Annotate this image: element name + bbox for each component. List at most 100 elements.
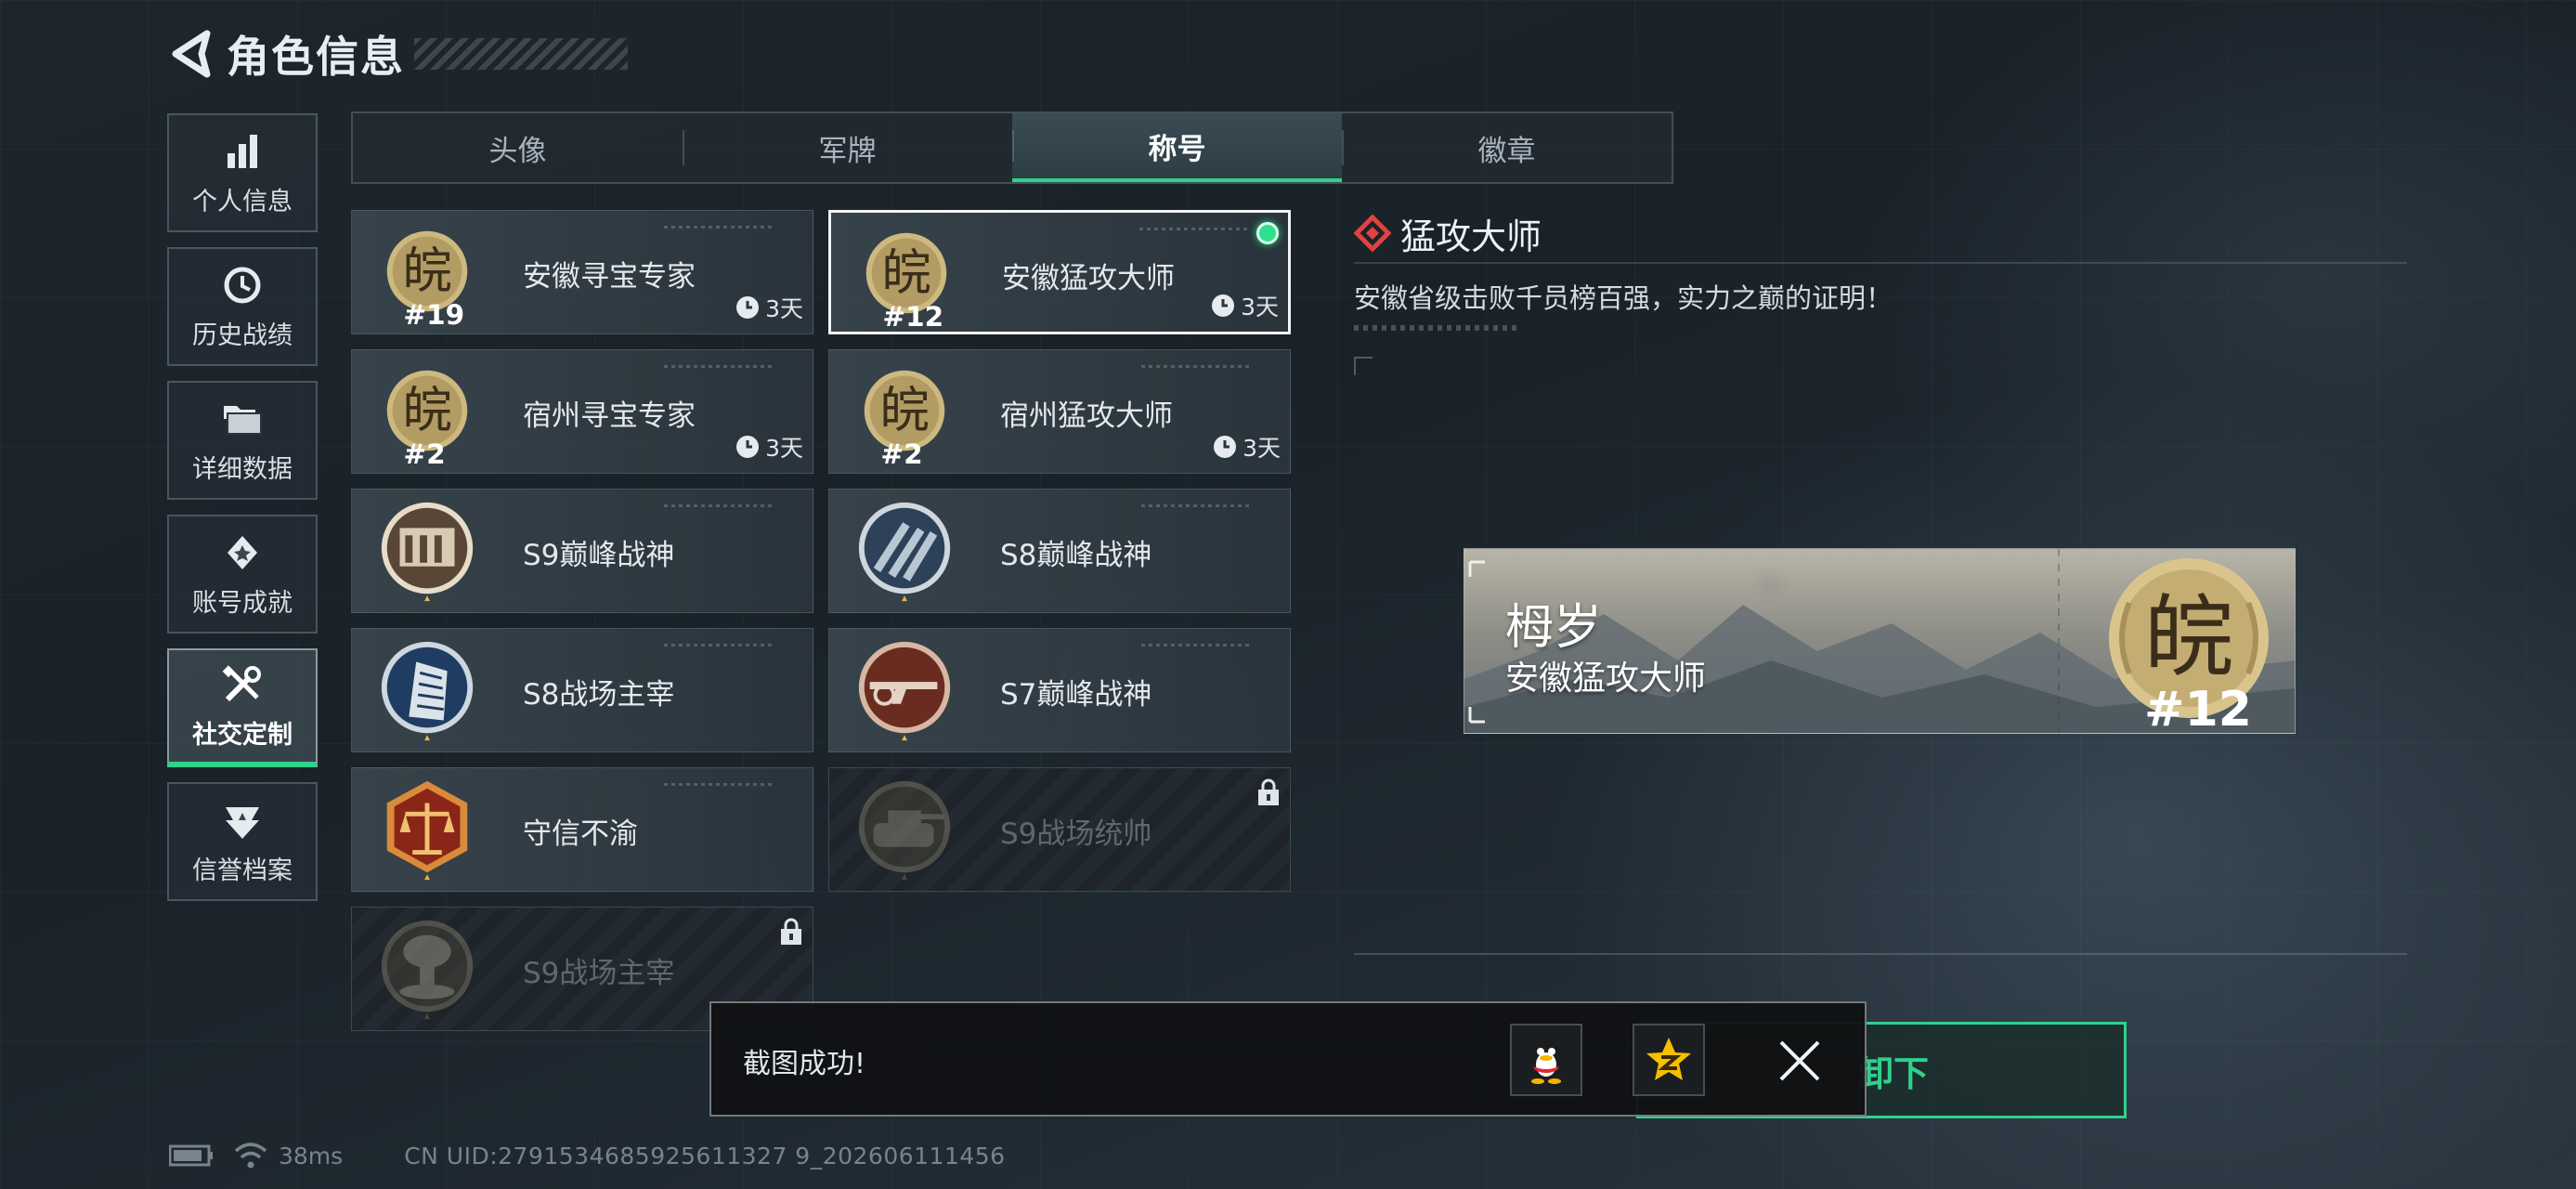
tower-emblem — [381, 641, 474, 741]
detail-description: 安徽省级击败千员榜百强，实力之巅的证明！ — [1354, 282, 1893, 314]
title-name: S8战场主宰 — [523, 677, 675, 712]
wan-gold-emblem: 皖 #2 — [386, 370, 468, 467]
side-nav-label: 个人信息 — [192, 187, 293, 216]
title-name: S9战场统帅 — [1000, 817, 1152, 851]
page-header: 角色信息 — [167, 24, 628, 84]
side-nav-label: 历史战绩 — [192, 320, 293, 350]
history-clock-icon — [220, 263, 265, 307]
share-qzone-button[interactable] — [1633, 1024, 1705, 1096]
title-name: S9战场主宰 — [523, 956, 675, 990]
qzone-star-icon — [1646, 1038, 1691, 1080]
title-preview-banner: 栂岁 安徽猛攻大师 皖 #12 — [1464, 548, 2296, 734]
scales-emblem — [386, 780, 468, 881]
side-nav-label: 社交定制 — [192, 720, 293, 750]
title-card[interactable]: S9巅峰战神 — [351, 489, 813, 613]
title-name: S8巅峰战神 — [1000, 538, 1152, 572]
wan-gold-emblem: 皖 #19 — [386, 230, 468, 328]
wan-gold-emblem: 皖 #12 — [865, 232, 947, 330]
folder-icon — [220, 397, 265, 441]
side-nav-label: 账号成就 — [192, 588, 293, 618]
title-timer: 3天 — [1213, 430, 1281, 464]
explosion-emblem — [381, 920, 474, 1020]
title-card[interactable]: 皖 #2 宿州猛攻大师 3天 — [828, 349, 1291, 474]
side-nav-item-profile[interactable]: 个人信息 — [167, 113, 318, 232]
title-card[interactable]: 皖 #19 安徽寻宝专家 3天 — [351, 210, 813, 334]
tab-badge[interactable]: 徽章 — [1342, 113, 1672, 182]
ping-readout: 38ms — [279, 1142, 344, 1169]
title-card[interactable]: S7巅峰战神 — [828, 628, 1291, 752]
tab-title[interactable]: 称号 — [1012, 113, 1342, 182]
divider — [1354, 953, 2407, 955]
rifle-emblem — [858, 641, 951, 741]
bar-chart-icon — [220, 129, 265, 174]
shield-icon — [220, 798, 265, 843]
title-card-selected[interactable]: 皖 #12 安徽猛攻大师 3天 — [828, 210, 1291, 334]
svg-text:皖: 皖 — [2144, 585, 2233, 689]
title-card[interactable]: S8战场主宰 — [351, 628, 813, 752]
title-name: 宿州寻宝专家 — [523, 399, 696, 433]
stripes-emblem — [858, 502, 951, 602]
title-card[interactable]: 守信不渝 — [351, 767, 813, 892]
svg-text:#12: #12 — [2144, 682, 2252, 733]
frame-corner — [1354, 357, 1373, 375]
clock-icon — [1212, 294, 1235, 317]
side-nav-item-social[interactable]: 社交定制 — [167, 648, 318, 767]
tab-dogtag[interactable]: 军牌 — [683, 113, 1012, 182]
wifi-icon — [234, 1143, 267, 1169]
tank-emblem — [858, 780, 951, 881]
preview-title: 安徽猛攻大师 — [1505, 660, 1707, 698]
title-decoration — [414, 38, 628, 70]
tab-avatar[interactable]: 头像 — [353, 113, 683, 182]
title-timer: 3天 — [735, 291, 803, 324]
share-qq-button[interactable] — [1510, 1024, 1582, 1096]
equipped-indicator-icon — [1256, 222, 1279, 244]
title-detail-panel: 猛攻大师 安徽省级击败千员榜百强，实力之巅的证明！ — [1354, 208, 2407, 331]
description-decoration — [1354, 325, 1521, 331]
divider — [1354, 262, 2407, 264]
title-timer: 3天 — [735, 430, 803, 464]
player-uid: CN UID:2791534685925611327 9_20260611145… — [404, 1142, 1006, 1169]
screenshot-toast: 截图成功! — [709, 1001, 1867, 1117]
wan-gold-emblem: 皖 #2 — [864, 370, 945, 467]
title-name: S7巅峰战神 — [1000, 677, 1152, 712]
title-name: 宿州猛攻大师 — [1000, 399, 1173, 433]
svg-text:#19: #19 — [403, 299, 464, 328]
svg-text:皖: 皖 — [881, 244, 930, 302]
lock-icon — [781, 918, 801, 945]
title-card[interactable]: S8巅峰战神 — [828, 489, 1291, 613]
svg-text:#2: #2 — [880, 438, 922, 467]
title-name: 安徽寻宝专家 — [523, 259, 696, 294]
side-nav-label: 信誉档案 — [192, 856, 293, 885]
side-nav-label: 详细数据 — [192, 454, 293, 484]
side-nav-item-achievements[interactable]: 账号成就 — [167, 515, 318, 634]
close-icon[interactable] — [1776, 1037, 1824, 1085]
player-name: 栂岁 — [1505, 600, 1603, 656]
detail-header: 猛攻大师 — [1354, 208, 2407, 258]
svg-text:#2: #2 — [403, 438, 445, 467]
side-nav: 个人信息 历史战绩 详细数据 账号成就 社交定制 信誉档案 — [167, 113, 318, 916]
category-tabs: 头像 军牌 称号 徽章 — [351, 111, 1673, 184]
toast-message: 截图成功! — [743, 1048, 866, 1080]
detail-title: 猛攻大师 — [1400, 216, 1542, 257]
title-name: 守信不渝 — [523, 817, 638, 851]
title-card-locked[interactable]: S9战场统帅 — [828, 767, 1291, 892]
clock-icon — [1214, 436, 1237, 458]
side-nav-item-details[interactable]: 详细数据 — [167, 381, 318, 500]
svg-text:皖: 皖 — [879, 382, 929, 439]
diamond-icon — [1354, 215, 1391, 252]
back-arrow-icon[interactable] — [167, 28, 214, 80]
side-nav-item-history[interactable]: 历史战绩 — [167, 247, 318, 366]
page-title: 角色信息 — [227, 32, 405, 82]
status-bar: 38ms CN UID:2791534685925611327 9_202606… — [169, 1139, 1006, 1172]
qq-penguin-icon — [1531, 1040, 1561, 1084]
title-card[interactable]: 皖 #2 宿州寻宝专家 3天 — [351, 349, 813, 474]
wan-gold-emblem: 皖 #12 — [2109, 558, 2269, 733]
clock-icon — [736, 296, 760, 319]
title-timer: 3天 — [1211, 289, 1279, 322]
side-nav-item-reputation[interactable]: 信誉档案 — [167, 782, 318, 901]
svg-text:#12: #12 — [882, 301, 943, 330]
svg-text:皖: 皖 — [402, 382, 451, 439]
tools-icon — [220, 662, 265, 707]
building-emblem — [381, 502, 474, 602]
title-name: S9巅峰战神 — [523, 538, 675, 572]
